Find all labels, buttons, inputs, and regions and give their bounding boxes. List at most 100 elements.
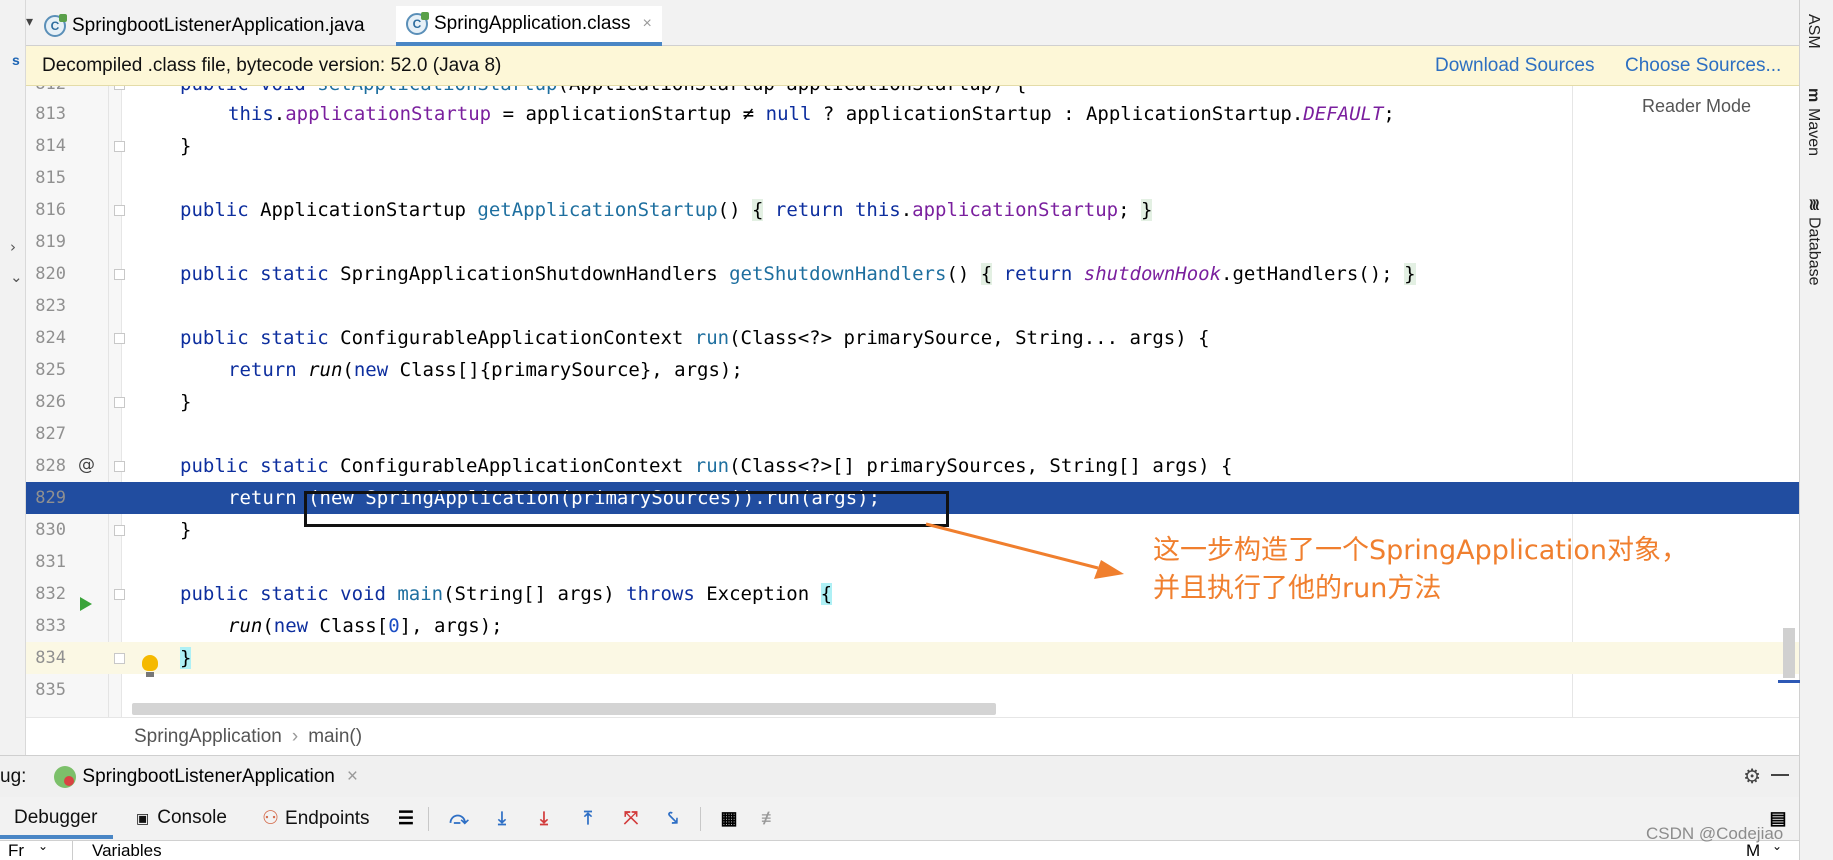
code-text: } [180, 647, 192, 669]
highlight-box [304, 491, 949, 527]
variables-label: Variables [92, 841, 162, 860]
gear-icon[interactable]: ⚙ [1743, 764, 1761, 789]
line-number: 827 [35, 424, 66, 444]
minimize-icon[interactable] [1771, 774, 1789, 776]
tab-overflow-arrow-icon[interactable]: ▾ [26, 14, 33, 30]
vertical-scrollbar[interactable] [1783, 628, 1795, 678]
debug-tool-window-header: ug: SpringbootListenerApplication × ⚙ [0, 755, 1799, 797]
override-at-icon[interactable]: @ [78, 455, 95, 475]
lightbulb-icon[interactable] [142, 655, 158, 677]
debug-config-tab[interactable]: SpringbootListenerApplication [82, 766, 334, 788]
code-line: 824 public static ConfigurableApplicatio… [26, 322, 1799, 354]
debugger-toolbar: Debugger ▣ Console ⚇ Endpoints ☰ ⤼ ⤓ ⤓ ⤒… [0, 797, 1799, 841]
fold-marker-icon[interactable] [114, 205, 125, 216]
fold-marker-icon[interactable] [114, 269, 125, 280]
trace-icon[interactable]: ≢ [758, 806, 782, 830]
code-editor[interactable]: Reader Mode 812 public void setApplicati… [26, 86, 1799, 717]
side-tab-maven[interactable]: m Maven [1804, 88, 1822, 156]
run-gutter-icon[interactable] [80, 597, 92, 611]
database-icon: ≋ [1805, 198, 1822, 212]
console-icon: ▣ [136, 809, 150, 826]
run-to-cursor-icon[interactable]: ⤥ [661, 806, 685, 830]
tab-label: Console [157, 807, 227, 828]
tab-console[interactable]: ▣ Console [136, 807, 227, 829]
decompiled-notice-banner: s Decompiled .class file, bytecode versi… [12, 46, 1799, 86]
line-number: 820 [35, 264, 66, 284]
line-number: 819 [35, 232, 66, 252]
tab-springboot-listener-application[interactable]: C SpringbootListenerApplication.java [34, 6, 375, 46]
line-number: 828 [35, 456, 66, 476]
code-line: 828 @ public static ConfigurableApplicat… [26, 450, 1799, 482]
step-out-icon[interactable]: ⤒ [576, 806, 600, 830]
toolbar-separator [700, 807, 701, 831]
evaluate-expression-icon[interactable]: ▦ [717, 806, 741, 830]
panel-divider [72, 841, 73, 860]
annotation-text: 这一步构造了一个SpringApplication对象， 并且执行了他的run方… [1153, 532, 1688, 608]
chevron-down-icon[interactable]: ⌄ [38, 841, 48, 853]
close-icon[interactable]: × [347, 766, 358, 788]
fold-marker-icon[interactable] [114, 397, 125, 408]
line-number: 832 [35, 584, 66, 604]
menu-lines-icon[interactable]: ☰ [394, 806, 418, 830]
code-text: public static void main(String[] args) t… [180, 583, 833, 605]
frames-label: Fr [8, 841, 25, 860]
toolbar-separator [428, 807, 429, 831]
code-text: } [180, 519, 192, 541]
tab-debugger[interactable]: Debugger [0, 807, 114, 839]
fold-marker-icon[interactable] [114, 461, 125, 472]
watermark: CSDN @Codejiao [1646, 824, 1784, 843]
code-text: run(new Class[0], args); [228, 615, 503, 637]
step-into-icon[interactable]: ⤓ [490, 806, 514, 830]
code-text: public static SpringApplicationShutdownH… [180, 263, 1416, 285]
side-tab-asm[interactable]: ASM [1804, 14, 1822, 49]
step-over-icon[interactable]: ⤼ [447, 806, 471, 830]
breadcrumb-item-method[interactable]: main() [308, 726, 362, 748]
chevron-right-icon[interactable]: › [10, 238, 16, 256]
right-tool-strip: ASM m Maven ≋ Database [1799, 0, 1833, 860]
line-number: 816 [35, 200, 66, 220]
annotation-line: 并且执行了他的run方法 [1153, 573, 1442, 604]
left-tool-strip: › ⌄ [0, 0, 26, 755]
tab-label: Endpoints [285, 807, 370, 829]
side-tab-label: ASM [1805, 14, 1822, 49]
download-sources-link[interactable]: Download Sources [1435, 55, 1594, 77]
fold-marker-icon[interactable] [114, 333, 125, 344]
class-file-icon: C [44, 14, 67, 37]
close-icon[interactable]: × [642, 15, 651, 33]
horizontal-scrollbar[interactable] [132, 703, 996, 715]
fold-marker-icon[interactable] [114, 86, 125, 90]
scroll-position-marker [1778, 680, 1800, 683]
code-line-caret: 834 } [26, 642, 1799, 674]
line-number: 823 [35, 296, 66, 316]
choose-sources-link[interactable]: Choose Sources... [1625, 55, 1781, 77]
code-line: 826 } [26, 386, 1799, 418]
maven-icon: m [1805, 88, 1822, 103]
force-step-into-icon[interactable]: ⤓ [532, 806, 556, 830]
code-text: } [180, 391, 192, 413]
code-text: return run(new Class[]{primarySource}, a… [228, 359, 743, 381]
line-number: 813 [35, 104, 66, 124]
tab-spring-application-class[interactable]: C SpringApplication.class × [396, 6, 662, 46]
fold-marker-icon[interactable] [114, 525, 125, 536]
breadcrumb-item-class[interactable]: SpringApplication [134, 726, 282, 748]
fold-marker-icon[interactable] [114, 653, 125, 664]
code-line: 819 [26, 226, 1799, 258]
line-number: 834 [35, 648, 66, 668]
code-line: 825 return run(new Class[]{primarySource… [26, 354, 1799, 386]
fold-marker-icon[interactable] [114, 589, 125, 600]
chevron-down-icon[interactable]: ⌄ [10, 268, 23, 286]
class-file-icon: C [406, 12, 429, 35]
code-text: } [180, 135, 192, 157]
code-text: this.applicationStartup = applicationSta… [228, 103, 1395, 125]
line-number: 814 [35, 136, 66, 156]
line-number: 831 [35, 552, 66, 572]
code-text: public static ConfigurableApplicationCon… [180, 455, 1233, 477]
line-number: 833 [35, 616, 66, 636]
tab-endpoints[interactable]: ⚇ Endpoints [262, 807, 370, 830]
code-line: 827 [26, 418, 1799, 450]
side-tab-label: Maven [1805, 108, 1822, 157]
side-tab-database[interactable]: ≋ Database [1804, 198, 1823, 286]
fold-marker-icon[interactable] [114, 141, 125, 152]
code-line: 815 [26, 162, 1799, 194]
drop-frame-icon[interactable]: ⤧ [619, 806, 643, 830]
